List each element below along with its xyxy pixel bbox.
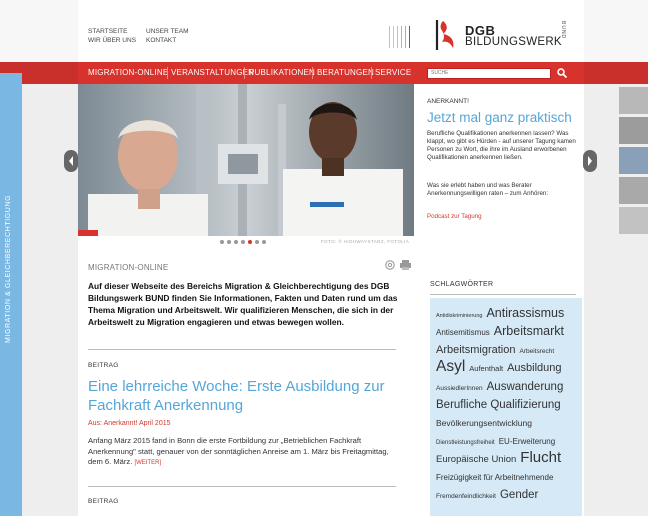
thumbnail[interactable] [619,177,648,204]
side-thumbnails [619,87,648,237]
page-tools [384,258,414,276]
tag-link[interactable]: EU-Erweiterung [499,437,555,447]
header: STARTSEITE UNSER TEAM WIR ÜBER UNS KONTA… [78,0,584,62]
thumbnail[interactable] [619,147,648,174]
nav-migration-online[interactable]: MIGRATION-ONLINE [88,68,168,77]
nav-publikationen[interactable]: PUBLIKATIONEN [249,68,315,77]
tag-link[interactable]: Aufenthalt [469,364,503,373]
hero-photo [78,84,414,236]
tag-link[interactable]: Antirassismus [486,306,564,321]
hero-image[interactable] [78,84,414,236]
hero-kicker: ANERKANNT! [427,98,469,105]
hero-teaser: ANERKANNT! Jetzt mal ganz praktisch Beru… [414,84,584,236]
dgb-flame-icon [435,20,454,50]
tag-link[interactable]: Arbeitsrecht [519,348,554,356]
tag-link[interactable]: Berufliche Qualifizierung [436,399,561,413]
tag-link[interactable]: Antidiskriminierung [436,313,482,320]
section-label: MIGRATION-ONLINE [88,263,169,272]
main-nav-inner: MIGRATION-ONLINE VERANSTALTUNGEN PUBLIKA… [78,62,584,84]
tag-link[interactable]: Ausbildung [507,362,561,375]
tag-link[interactable]: Fremdenfeindlichkeit [436,493,496,501]
tag-link[interactable]: Gender [500,489,538,503]
dgb-logo[interactable]: DGB BILDUNGSWERK BUND [434,18,574,52]
chevron-right-icon [588,156,592,166]
thumbnail[interactable] [619,117,648,144]
search-input[interactable]: SUCHE [427,68,551,79]
nav-separator [312,67,313,79]
slider-dot[interactable] [234,240,238,244]
tag-cloud: Antidiskriminierung Antirassismus Antisemi… [430,298,582,516]
divider [88,486,396,487]
nav-separator [371,67,372,79]
slider-prev-button[interactable] [64,150,78,172]
hero-podcast-link[interactable]: Podcast zur Tagung [427,213,482,220]
tag-link[interactable]: Bevölkerungsentwicklung [436,418,532,428]
slider-dot[interactable] [262,240,266,244]
tag-link[interactable]: Europäische Union [436,454,516,465]
slider-dot[interactable] [227,240,231,244]
intro-text: Auf dieser Webseite des Bereichs Migrati… [88,281,398,327]
hero-text-2: Was sie erlebt haben und was Berater Ane… [427,182,549,197]
logo-text-bildungswerk: BILDUNGSWERK [465,36,562,48]
email-icon[interactable] [385,260,395,270]
post-meta[interactable]: Aus: Anerkannt! April 2015 [88,420,171,427]
search-icon[interactable] [556,67,568,79]
post-kind-label: BEITRAG [88,498,119,505]
side-tab-label: MIGRATION & GLEICHBERECHTIGUNG [5,194,12,343]
tag-link[interactable]: Flucht [520,449,561,467]
post-kind-label: BEITRAG [88,362,119,369]
top-link-team[interactable]: UNSER TEAM [146,27,189,36]
print-icon[interactable] [400,260,411,270]
slider-dot[interactable] [255,240,259,244]
tags-heading: SCHLAGWÖRTER [430,281,494,288]
nav-service[interactable]: SERVICE [375,68,411,77]
tag-link[interactable]: Antisemitismus [436,328,490,338]
tag-link[interactable]: Asyl [436,358,465,377]
slider-dot[interactable] [248,240,252,244]
tag-link[interactable]: Arbeitsmarkt [494,324,564,339]
thumbnail[interactable] [619,207,648,234]
tag-link[interactable]: Freizügigkeit für Arbeitnehmende [436,473,553,483]
slider-next-button[interactable] [583,150,597,172]
tag-link[interactable]: Arbeitsmigration [436,344,515,357]
main-nav: MIGRATION-ONLINE VERANSTALTUNGEN PUBLIKA… [0,62,648,84]
slider-dot[interactable] [241,240,245,244]
top-link-contact[interactable]: KONTAKT [146,36,176,45]
slider-dot[interactable] [220,240,224,244]
top-link-about[interactable]: WIR ÜBER UNS [88,36,136,45]
side-tab-migration[interactable]: MIGRATION & GLEICHBERECHTIGUNG [0,73,22,516]
post-title[interactable]: Eine lehrreiche Woche: Erste Ausbildung … [88,377,388,415]
divider [430,294,576,295]
hero-text-1: Berufliche Qualifikationen anerkennen la… [427,130,576,161]
tag-link[interactable]: Dienstleistungsfreiheit [436,440,495,447]
chevron-left-icon [69,156,73,166]
page: STARTSEITE UNSER TEAM WIR ÜBER UNS KONTA… [0,0,648,516]
thumbnail[interactable] [619,87,648,114]
nav-veranstaltungen[interactable]: VERANSTALTUNGEN [171,68,254,77]
read-more-link[interactable]: [WEITER] [134,460,161,466]
hero-title[interactable]: Jetzt mal ganz praktisch [427,110,572,125]
nav-beratungen[interactable]: BERATUNGEN [317,68,374,77]
top-link-startseite[interactable]: STARTSEITE [88,27,128,36]
tag-link[interactable]: Auswanderung [487,381,564,395]
post-body: Anfang März 2015 fand in Bonn die erste … [88,436,400,469]
divider [88,349,396,350]
logo-text-bund: BUND [560,21,566,40]
nav-separator [244,67,245,79]
tag-link[interactable]: AussiedlerInnen [436,385,483,393]
nav-separator [167,67,168,79]
photo-credit: FOTO: © HIGHWAYSTARZ, FOTOLIA [321,239,410,244]
